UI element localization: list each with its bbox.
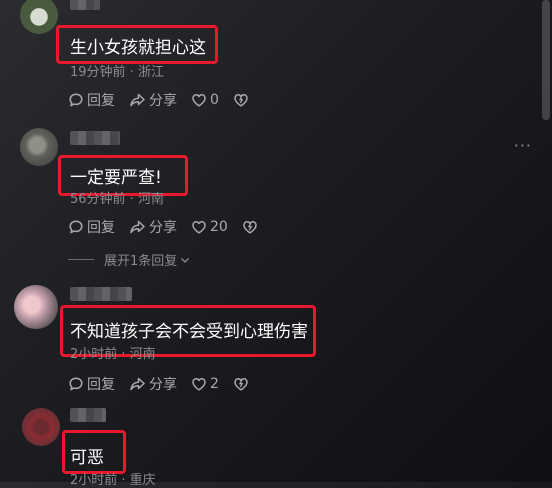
share-button[interactable]: 分享 — [129, 90, 177, 110]
dislike-button[interactable] — [233, 376, 252, 392]
share-icon — [130, 93, 145, 107]
divider — [68, 259, 94, 260]
reply-button[interactable]: 回复 — [68, 217, 115, 237]
expand-replies-button[interactable]: 展开1条回复 — [68, 250, 191, 269]
action-bar: 回复 分享 0 — [68, 90, 266, 110]
username[interactable] — [70, 408, 106, 422]
more-options-button[interactable]: ··· — [514, 136, 532, 155]
reply-button[interactable]: 回复 — [68, 90, 115, 110]
share-label: 分享 — [149, 93, 177, 109]
avatar[interactable] — [20, 0, 58, 34]
comment-text: 不知道孩子会不会受到心理伤害 — [70, 322, 308, 342]
username[interactable] — [70, 287, 132, 301]
comment-text: 生小女孩就担心这 — [70, 38, 206, 58]
expand-label: 展开1条回复 — [104, 254, 178, 269]
action-bar: 回复 分享 20 — [68, 217, 275, 237]
like-count: 20 — [210, 219, 228, 235]
dislike-button[interactable] — [242, 219, 261, 235]
reply-label: 回复 — [87, 220, 115, 236]
reply-label: 回复 — [87, 93, 115, 109]
comment-meta: 2小时前 · 重庆 — [70, 473, 156, 488]
heart-icon — [192, 378, 206, 391]
share-button[interactable]: 分享 — [129, 374, 177, 394]
share-icon — [130, 220, 145, 234]
dislike-heart-icon — [234, 378, 248, 391]
avatar[interactable] — [22, 408, 60, 446]
avatar[interactable] — [14, 285, 58, 329]
heart-icon — [192, 221, 206, 234]
comment-item: 不知道孩子会不会受到心理伤害 2小时前 · 河南 回复 分享 2 — [0, 283, 552, 403]
avatar[interactable] — [20, 128, 58, 166]
comment-item: 生小女孩就担心这 19分钟前 · 浙江 回复 分享 0 — [0, 0, 552, 120]
comment-meta: 56分钟前 · 河南 — [70, 192, 164, 207]
username[interactable] — [70, 0, 100, 10]
dislike-heart-icon — [243, 221, 257, 234]
comment-icon — [69, 377, 83, 391]
like-button[interactable]: 2 — [191, 376, 219, 392]
share-icon — [130, 377, 145, 391]
comment-item: ··· 一定要严查! 56分钟前 · 河南 回复 分享 20 展开1条回复 — [0, 125, 552, 275]
comment-text: 一定要严查! — [70, 168, 162, 188]
like-count: 2 — [210, 376, 219, 392]
like-button[interactable]: 0 — [191, 92, 219, 108]
heart-icon — [192, 94, 206, 107]
comment-icon — [69, 220, 83, 234]
comment-item: 可恶 2小时前 · 重庆 — [0, 405, 552, 488]
comment-meta: 2小时前 · 河南 — [70, 347, 156, 362]
dislike-button[interactable] — [233, 92, 252, 108]
share-label: 分享 — [149, 220, 177, 236]
dislike-heart-icon — [234, 94, 248, 107]
reply-button[interactable]: 回复 — [68, 374, 115, 394]
chevron-down-icon — [181, 257, 190, 263]
username[interactable] — [70, 131, 120, 145]
share-label: 分享 — [149, 377, 177, 393]
comment-text: 可恶 — [70, 448, 104, 468]
comment-meta: 19分钟前 · 浙江 — [70, 65, 164, 80]
action-bar: 回复 分享 2 — [68, 374, 266, 394]
reply-label: 回复 — [87, 377, 115, 393]
comment-icon — [69, 93, 83, 107]
like-button[interactable]: 20 — [191, 219, 228, 235]
like-count: 0 — [210, 92, 219, 108]
share-button[interactable]: 分享 — [129, 217, 177, 237]
